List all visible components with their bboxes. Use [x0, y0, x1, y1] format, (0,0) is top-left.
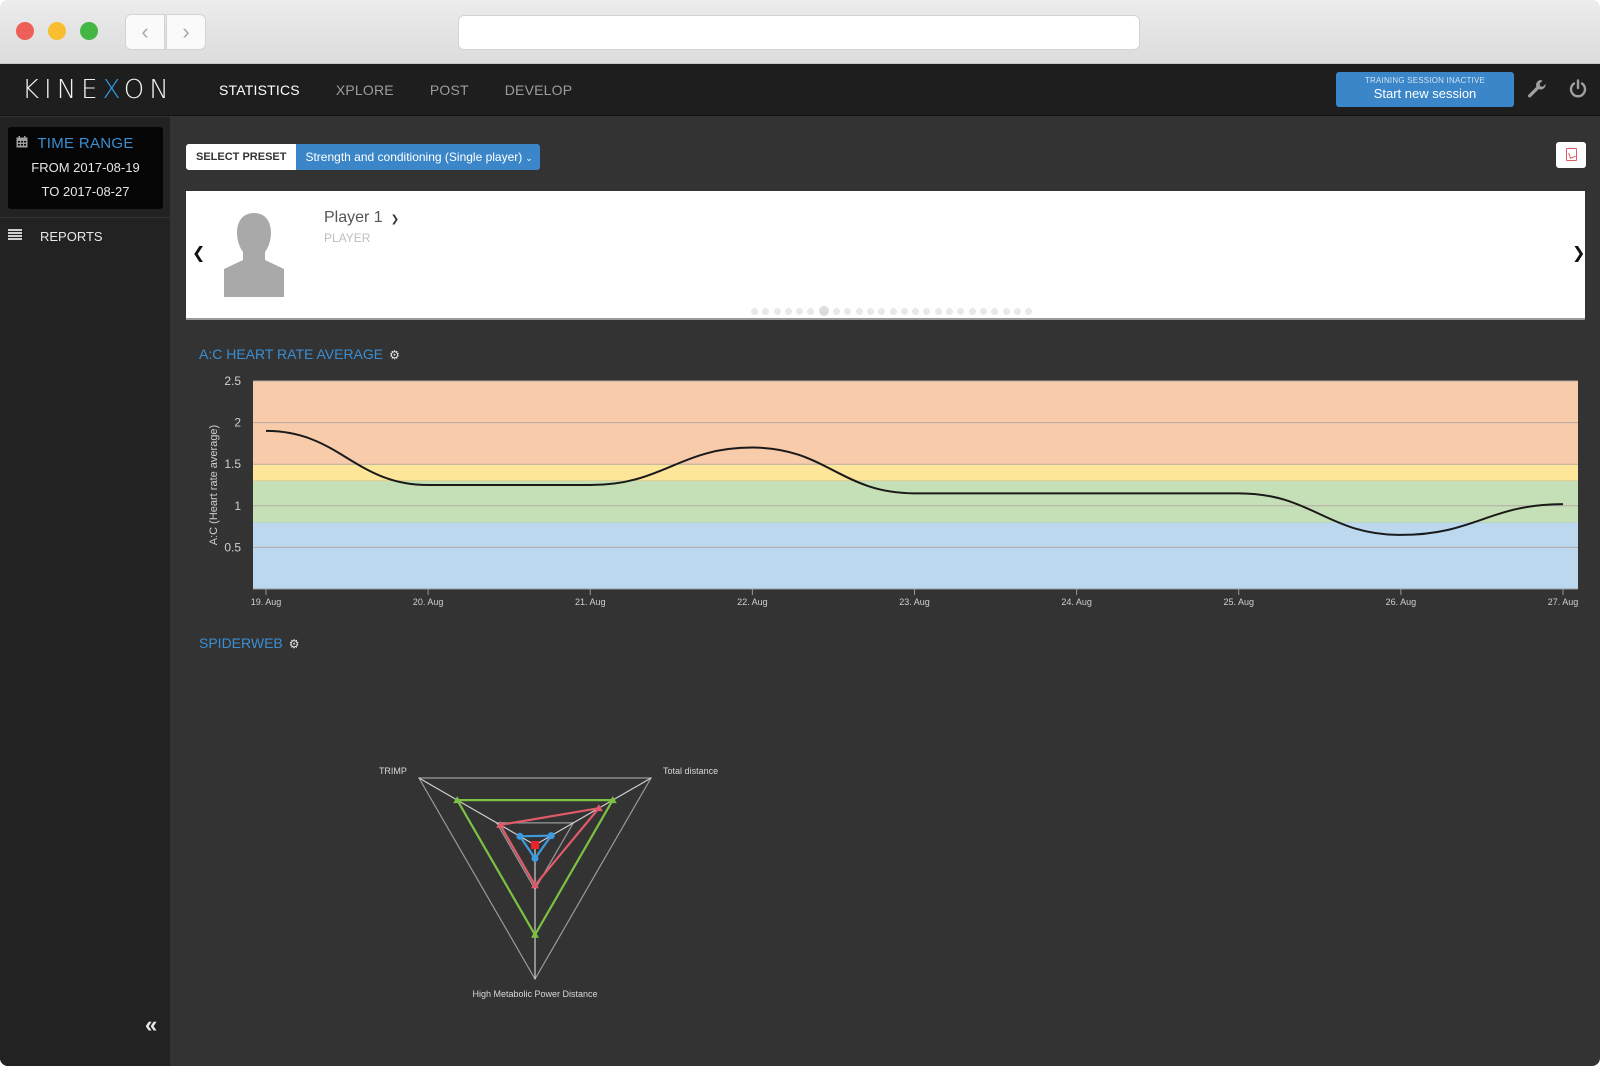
x-tick-label: 21. Aug [575, 597, 606, 607]
x-tick-label: 23. Aug [899, 597, 930, 607]
grid-ring [417, 777, 653, 981]
collapse-sidebar-button[interactable]: « [145, 1012, 157, 1038]
chevron-left-icon: ‹ [141, 19, 149, 44]
spiderweb-section-title: SPIDERWEB ⚙ [199, 635, 300, 651]
gears-icon[interactable]: ⚙ [289, 637, 300, 651]
y-tick-label: 2.5 [224, 374, 241, 388]
radar-point [531, 881, 539, 889]
radar-point [608, 796, 617, 804]
radar-series-red [498, 806, 602, 888]
close-window-button[interactable] [16, 22, 34, 40]
radar-axis-label: Total distance [663, 766, 718, 776]
x-tick-label: 22. Aug [737, 597, 768, 607]
x-tick-label: 26. Aug [1386, 597, 1417, 607]
back-button[interactable]: ‹ [125, 14, 165, 50]
radar-point [496, 820, 505, 828]
band-yellow [253, 464, 1578, 481]
radar-series-blue [517, 834, 554, 861]
y-tick-label: 1.5 [224, 457, 241, 471]
spiderweb-title-text: SPIDERWEB [199, 635, 283, 651]
radar-point [516, 832, 524, 840]
app-root: KINEXON STATISTICS XPLORE POST DEVELOP T… [0, 64, 1600, 1066]
x-tick-label: 25. Aug [1223, 597, 1254, 607]
radar-axis [534, 777, 652, 846]
minimize-window-button[interactable] [48, 22, 66, 40]
forward-button[interactable]: › [166, 14, 206, 50]
radar-axis-label: High Metabolic Power Distance [472, 989, 597, 999]
x-tick-label: 20. Aug [413, 597, 444, 607]
radar-point [531, 854, 539, 862]
band-blue [253, 522, 1578, 589]
radar-point [453, 796, 462, 804]
browser-toolbar: ‹ › [0, 0, 1600, 64]
chevron-right-icon: › [182, 19, 190, 44]
radar-point [531, 930, 539, 938]
y-tick-label: 2 [234, 416, 241, 430]
y-tick-label: 0.5 [224, 540, 241, 554]
radar-center-marker [531, 841, 539, 849]
browser-window: ‹ › KINEXON STATISTICS XPLORE POST DEVEL… [0, 0, 1600, 1066]
x-tick-label: 19. Aug [251, 597, 282, 607]
y-axis-label: A:C (Heart rate average) [208, 425, 220, 545]
band-green [253, 480, 1578, 523]
address-bar[interactable] [458, 15, 1140, 50]
radar-axis-label: TRIMP [379, 766, 407, 776]
maximize-window-button[interactable] [80, 22, 98, 40]
heart-rate-chart: 0.5 1 1.5 2 2.5 19. Aug 20. Aug 21. Aug 22. Aug 2… [208, 374, 1579, 607]
x-tick-label: 24. Aug [1061, 597, 1092, 607]
x-tick-label: 27. Aug [1548, 597, 1579, 607]
grid-ring [495, 822, 575, 891]
radar-point [547, 832, 555, 840]
radar-point [594, 804, 603, 812]
radar-series-green [455, 799, 615, 937]
radar-axis [418, 777, 536, 846]
y-tick-label: 1 [234, 499, 241, 513]
